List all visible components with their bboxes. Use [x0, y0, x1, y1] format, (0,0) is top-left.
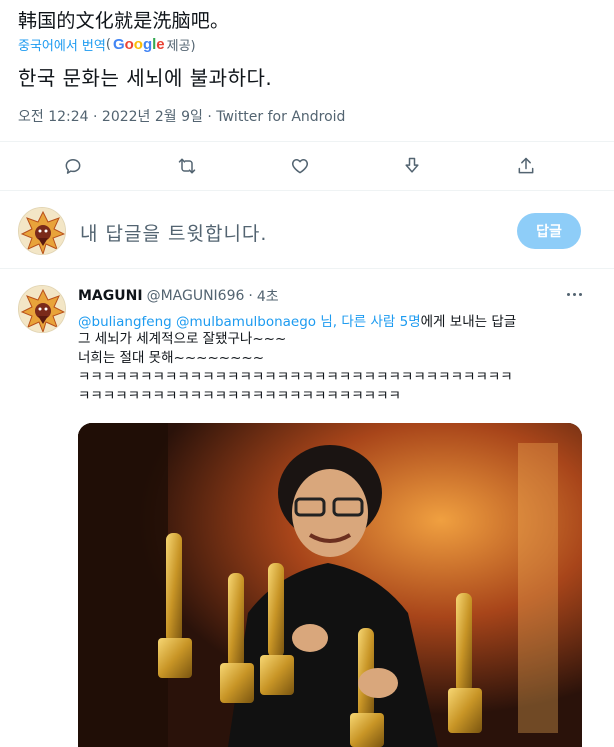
translate-paren: (: [105, 37, 111, 52]
translated-tweet-text: 한국 문화는 세뇌에 불과하다.: [18, 66, 273, 90]
translate-suffix: 제공): [166, 39, 196, 54]
replying-to: @buliangfeng @mulbamulbonaego 님, 다른 사람 5…: [78, 310, 516, 330]
replying-suffix: 에게 보내는 답글: [420, 314, 517, 330]
reply-author-avatar[interactable]: [18, 285, 66, 333]
translation-attribution: 중국어에서 번역 ( Google 제공): [18, 35, 196, 54]
replying-others[interactable]: 님, 다른 사람 5명: [320, 314, 420, 330]
retweet-icon[interactable]: [173, 152, 201, 180]
more-options-icon[interactable]: [562, 284, 586, 304]
tweet-timestamp[interactable]: 오전 12:24 · 2022년 2월 9일 · Twitter for And…: [18, 106, 345, 126]
translate-link[interactable]: 중국어에서 번역: [18, 35, 106, 54]
replying-mentions[interactable]: @buliangfeng @mulbamulbonaego: [78, 314, 316, 330]
author-name[interactable]: MAGUNI: [78, 288, 143, 304]
share-icon[interactable]: [512, 152, 540, 180]
reply-composer: 내 답글을 트윗합니다. 답글: [0, 205, 614, 257]
reply-time[interactable]: 4초: [257, 286, 279, 306]
reply-icon[interactable]: [59, 152, 87, 180]
divider-reply: [0, 268, 614, 269]
reply-header: MAGUNI @MAGUNI696 · 4초: [78, 286, 279, 306]
reply-button[interactable]: 답글: [517, 213, 581, 249]
original-tweet-text: 韩国的文化就是洗脑吧。: [18, 10, 230, 32]
divider-mid: [0, 190, 614, 191]
author-handle[interactable]: @MAGUNI696: [147, 288, 245, 304]
reply-body-text: 그 세뇌가 세계적으로 잘됐구나~~~ 너희는 절대 못해~~~~~~~~ ㅋㅋ…: [78, 331, 513, 404]
reply-attached-photo[interactable]: [78, 423, 582, 747]
tweet-action-bar: [0, 146, 614, 186]
divider-top: [0, 141, 614, 142]
like-icon[interactable]: [286, 152, 314, 180]
reply-tweet[interactable]: MAGUNI @MAGUNI696 · 4초 @buliangfeng @mul…: [0, 270, 614, 747]
download-icon[interactable]: [398, 152, 426, 180]
reply-input[interactable]: 내 답글을 트윗합니다.: [80, 219, 267, 246]
header-separator: ·: [248, 288, 253, 304]
google-logo: Google: [112, 36, 165, 53]
user-avatar[interactable]: [18, 207, 66, 255]
